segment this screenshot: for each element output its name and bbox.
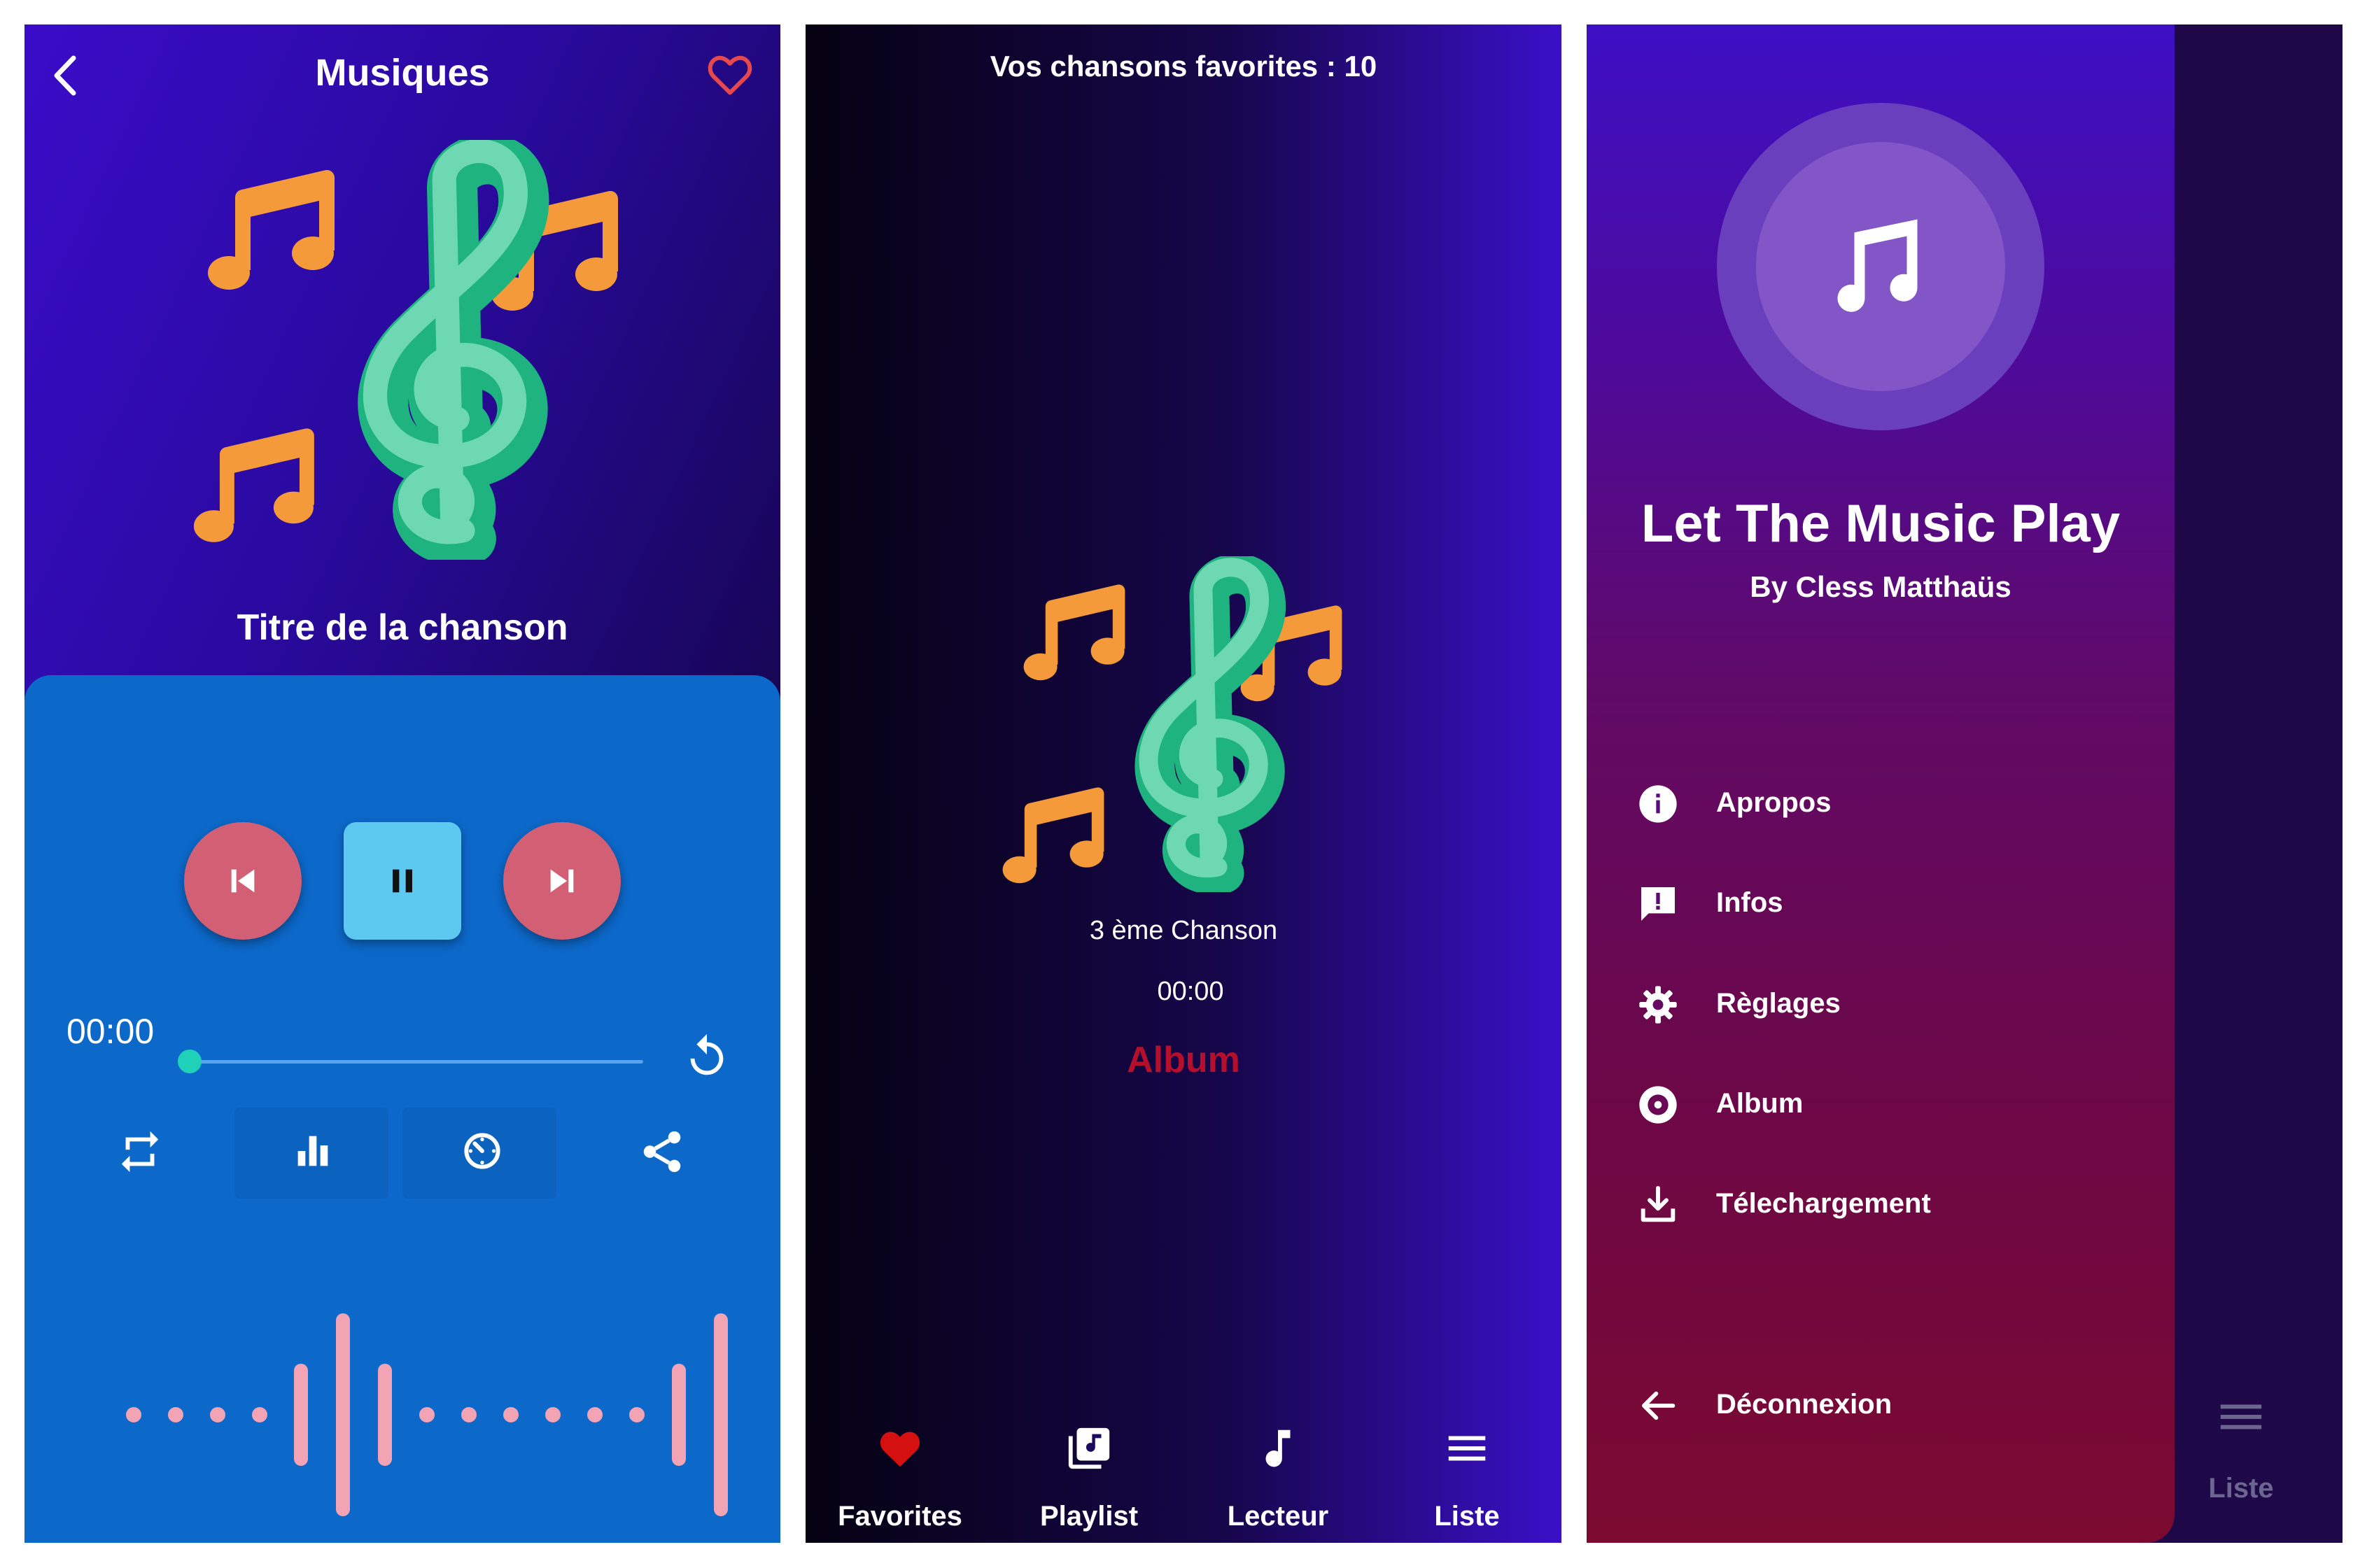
heart-icon xyxy=(880,1432,920,1467)
settings-icon xyxy=(1639,986,1677,1024)
wave-dot xyxy=(587,1407,603,1422)
wave-bar xyxy=(336,1313,350,1516)
replay-icon[interactable] xyxy=(682,1032,731,1081)
next-button[interactable] xyxy=(503,822,621,940)
download-icon xyxy=(1641,1186,1676,1222)
seek-bar[interactable] xyxy=(190,1060,643,1064)
tab-label: Liste xyxy=(1434,1501,1500,1532)
wave-dot xyxy=(210,1407,225,1422)
tab-player[interactable]: Lecteur xyxy=(1184,1396,1372,1536)
album-label: Album xyxy=(1127,1040,1240,1080)
menu-item-about[interactable]: Apropos xyxy=(1636,773,2126,836)
song-time: 00:00 xyxy=(1157,977,1224,1006)
current-time: 00:00 xyxy=(66,1012,155,1051)
equalizer-icon xyxy=(297,1136,328,1166)
menu-icon xyxy=(1448,1436,1486,1461)
drawer-screen: Let The Music Play By Cless Matthaüs Apr… xyxy=(1587,24,2343,1543)
album-icon xyxy=(1639,1086,1677,1124)
wave-dot xyxy=(168,1407,183,1422)
timer-button[interactable] xyxy=(402,1108,556,1199)
seek-handle[interactable] xyxy=(178,1050,202,1073)
music-artwork xyxy=(1002,556,1365,913)
tab-label: Playlist xyxy=(1039,1501,1139,1532)
music-note-icon xyxy=(1265,1429,1291,1467)
menu-item-label: Infos xyxy=(1716,887,1783,918)
repeat-icon xyxy=(121,1131,159,1173)
tab-favorites[interactable]: Favorites xyxy=(806,1396,995,1536)
wave-dot xyxy=(545,1407,561,1422)
logout-label: Déconnexion xyxy=(1716,1389,1892,1420)
menu-item-label: Apropos xyxy=(1716,787,1832,818)
wave-dot xyxy=(126,1407,141,1422)
equalizer-button[interactable] xyxy=(234,1108,388,1199)
logout-button[interactable]: Déconnexion xyxy=(1636,1375,2126,1438)
arrow-left-icon xyxy=(1642,1391,1676,1420)
menu-item-download[interactable]: Télechargement xyxy=(1636,1174,2126,1237)
menu-icon[interactable] xyxy=(2217,1396,2266,1438)
wave-dot xyxy=(461,1407,477,1422)
info-icon xyxy=(1639,785,1677,823)
favorites-count: Vos chansons favorites : 10 xyxy=(990,50,1377,83)
menu-item-label: Règlages xyxy=(1716,988,1841,1019)
wave-bar xyxy=(378,1364,392,1466)
music-artwork xyxy=(192,140,654,588)
wave-dot xyxy=(503,1407,519,1422)
skip-next-icon xyxy=(550,869,574,893)
previous-button[interactable] xyxy=(184,822,302,940)
drawer-subtitle: By Cless Matthaüs xyxy=(1750,570,2011,603)
menu-item-infos[interactable]: Infos xyxy=(1636,873,2126,936)
tab-list-label: Liste xyxy=(2208,1473,2274,1504)
wave-dot xyxy=(419,1407,435,1422)
share-button[interactable] xyxy=(584,1108,738,1199)
drawer-title: Let The Music Play xyxy=(1641,494,2121,553)
song-name: 3 ème Chanson xyxy=(1089,916,1278,945)
pause-button[interactable] xyxy=(344,822,461,940)
tab-label: Lecteur xyxy=(1227,1501,1329,1532)
audio-waveform xyxy=(66,1305,738,1529)
menu-item-settings[interactable]: Règlages xyxy=(1636,974,2126,1037)
repeat-button[interactable] xyxy=(66,1108,220,1199)
tab-list[interactable]: Liste xyxy=(1372,1396,1561,1536)
skip-previous-icon xyxy=(231,869,255,893)
song-title: Titre de la chanson xyxy=(237,607,568,648)
navigation-drawer: Let The Music Play By Cless Matthaüs Apr… xyxy=(1587,24,2175,1543)
heart-outline-icon[interactable] xyxy=(705,50,755,100)
player-controls-card: 00:00 xyxy=(24,675,780,1543)
tab-label: Favorites xyxy=(838,1501,962,1532)
wave-dot xyxy=(252,1407,267,1422)
timer-icon xyxy=(464,1133,500,1169)
share-icon xyxy=(643,1131,681,1173)
page-title: Musiques xyxy=(315,52,490,94)
pause-icon xyxy=(393,869,412,893)
menu-item-label: Télechargement xyxy=(1716,1188,1931,1219)
menu-item-album[interactable]: Album xyxy=(1636,1074,2126,1137)
wave-dot xyxy=(629,1407,645,1422)
playlist-icon xyxy=(1068,1427,1110,1469)
avatar xyxy=(1756,142,2005,391)
music-note-icon xyxy=(1837,219,1918,312)
favorites-screen: Vos chansons favorites : 10 3 ème Chanso… xyxy=(806,24,1561,1543)
wave-bar xyxy=(672,1364,686,1466)
feedback-icon xyxy=(1641,887,1675,921)
player-screen: Musiques Titre de la chanson 00:00 xyxy=(24,24,780,1543)
tab-playlist[interactable]: Playlist xyxy=(995,1396,1184,1536)
menu-item-label: Album xyxy=(1716,1088,1804,1119)
wave-bar xyxy=(714,1313,728,1516)
wave-bar xyxy=(294,1364,308,1466)
